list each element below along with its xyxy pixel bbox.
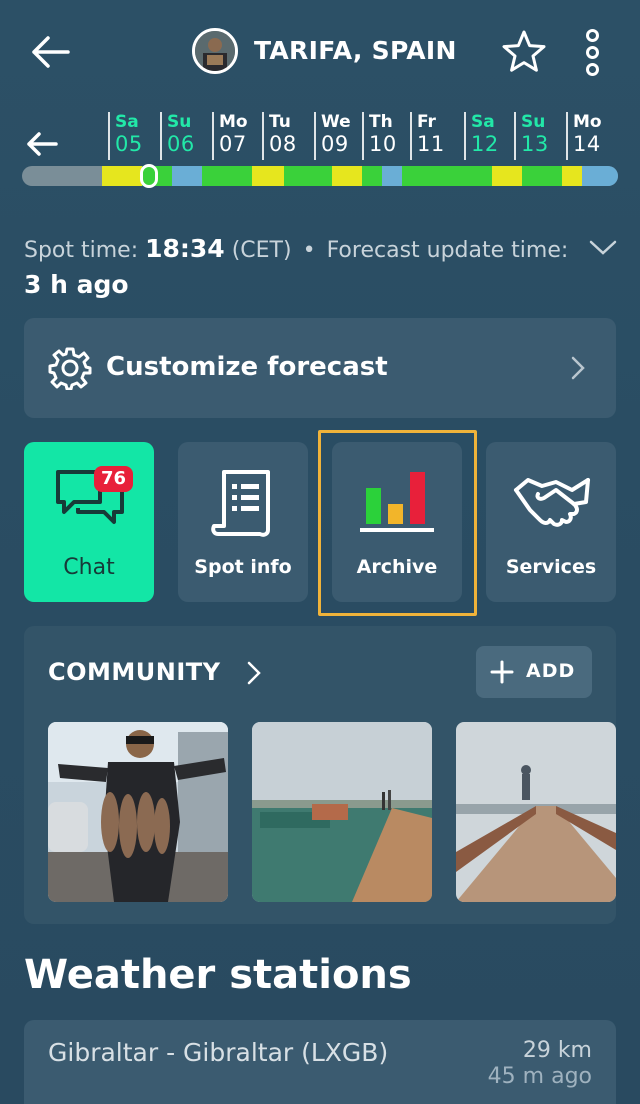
wind-segment <box>332 166 362 186</box>
spot-avatar[interactable] <box>192 28 238 74</box>
day-su-13[interactable]: Su 13 <box>514 112 564 160</box>
wind-segment <box>362 166 382 186</box>
photo-harbor-pier <box>252 722 432 902</box>
day-name: Tu <box>269 112 291 132</box>
day-number: 10 <box>369 132 397 156</box>
star-icon[interactable] <box>500 28 548 76</box>
day-mo-14[interactable]: Mo 14 <box>566 112 614 160</box>
day-we-09[interactable]: We 09 <box>314 112 360 160</box>
add-label: ADD <box>526 660 576 682</box>
wind-segment <box>172 166 202 186</box>
community-photo[interactable] <box>252 722 432 902</box>
photo-diver-catch <box>48 722 228 902</box>
avatar-image <box>195 31 235 71</box>
day-sa-12[interactable]: Sa 12 <box>464 112 512 160</box>
day-number: 14 <box>573 132 601 156</box>
spot-title: TARIFA, SPAIN <box>254 36 457 65</box>
day-name: Sa <box>115 112 139 132</box>
day-number: 05 <box>115 132 143 156</box>
spot-info-tile[interactable]: Spot info <box>178 442 308 602</box>
day-number: 07 <box>219 132 247 156</box>
day-name: Sa <box>471 112 495 132</box>
chevron-right-icon <box>571 356 585 380</box>
day-name: We <box>321 112 351 132</box>
add-photo-button[interactable]: ADD <box>476 646 592 698</box>
wind-segment <box>582 166 618 186</box>
day-number: 13 <box>521 132 549 156</box>
forecast-wind-bar[interactable] <box>22 166 618 186</box>
day-name: Su <box>521 112 546 132</box>
wind-segment <box>492 166 522 186</box>
more-vertical-icon[interactable] <box>580 28 606 76</box>
day-tu-08[interactable]: Tu 08 <box>262 112 312 160</box>
wind-segment <box>252 166 284 186</box>
photo-wooden-jetty <box>456 722 616 902</box>
day-number: 11 <box>417 132 445 156</box>
day-name: Fr <box>417 112 436 132</box>
day-mo-07[interactable]: Mo 07 <box>212 112 260 160</box>
gear-icon <box>48 347 92 390</box>
day-su-06[interactable]: Su 06 <box>160 112 210 160</box>
timeline-knob[interactable] <box>140 164 158 188</box>
day-number: 09 <box>321 132 349 156</box>
timeline-back-icon[interactable] <box>24 126 60 162</box>
day-number: 08 <box>269 132 297 156</box>
back-arrow-icon[interactable] <box>28 30 72 74</box>
spot-info-label: Spot info <box>194 556 292 578</box>
station-distance: 29 km <box>522 1038 592 1063</box>
day-name: Mo <box>573 112 602 132</box>
spot-time-value: 18:34 <box>145 234 225 263</box>
community-photo[interactable] <box>456 722 616 902</box>
day-sa-05[interactable]: Sa 05 <box>108 112 158 160</box>
day-number: 06 <box>167 132 195 156</box>
archive-highlight-outline <box>318 430 477 616</box>
weather-station-item[interactable]: Gibraltar - Gibraltar (LXGB) 29 km 45 m … <box>24 1020 616 1104</box>
wind-segment <box>522 166 562 186</box>
day-name: Su <box>167 112 192 132</box>
chat-tile[interactable]: 76 Chat <box>24 442 154 602</box>
station-updated: 45 m ago <box>487 1064 592 1089</box>
community-section: COMMUNITY ADD <box>24 626 616 924</box>
wind-segment <box>382 166 402 186</box>
day-th-10[interactable]: Th 10 <box>362 112 408 160</box>
services-label: Services <box>505 556 597 578</box>
document-icon <box>211 470 270 537</box>
weather-stations-title: Weather stations <box>24 952 412 998</box>
customize-forecast-button[interactable]: Customize forecast <box>24 318 616 418</box>
day-name: Th <box>369 112 393 132</box>
wind-segment <box>402 166 492 186</box>
chevron-right-icon[interactable] <box>246 660 262 686</box>
chevron-down-icon[interactable] <box>588 236 618 258</box>
wind-segment <box>102 166 142 186</box>
day-name: Mo <box>219 112 248 132</box>
plus-icon <box>490 660 514 684</box>
wind-segment <box>284 166 332 186</box>
day-fr-11[interactable]: Fr 11 <box>410 112 462 160</box>
wind-segment <box>202 166 252 186</box>
community-title[interactable]: COMMUNITY <box>48 658 221 686</box>
chat-unread-badge: 76 <box>94 466 134 492</box>
day-number: 12 <box>471 132 499 156</box>
station-name: Gibraltar - Gibraltar (LXGB) <box>48 1038 389 1067</box>
wind-segment <box>562 166 582 186</box>
customize-label: Customize forecast <box>106 352 388 382</box>
update-time-value: 3 h ago <box>24 270 129 299</box>
chat-label: Chat <box>63 555 115 580</box>
services-tile[interactable]: Services <box>486 442 616 602</box>
community-photo[interactable] <box>48 722 228 902</box>
spot-time-info: Spot time: 18:34 (CET) • Forecast update… <box>24 234 569 299</box>
handshake-icon <box>514 478 590 527</box>
